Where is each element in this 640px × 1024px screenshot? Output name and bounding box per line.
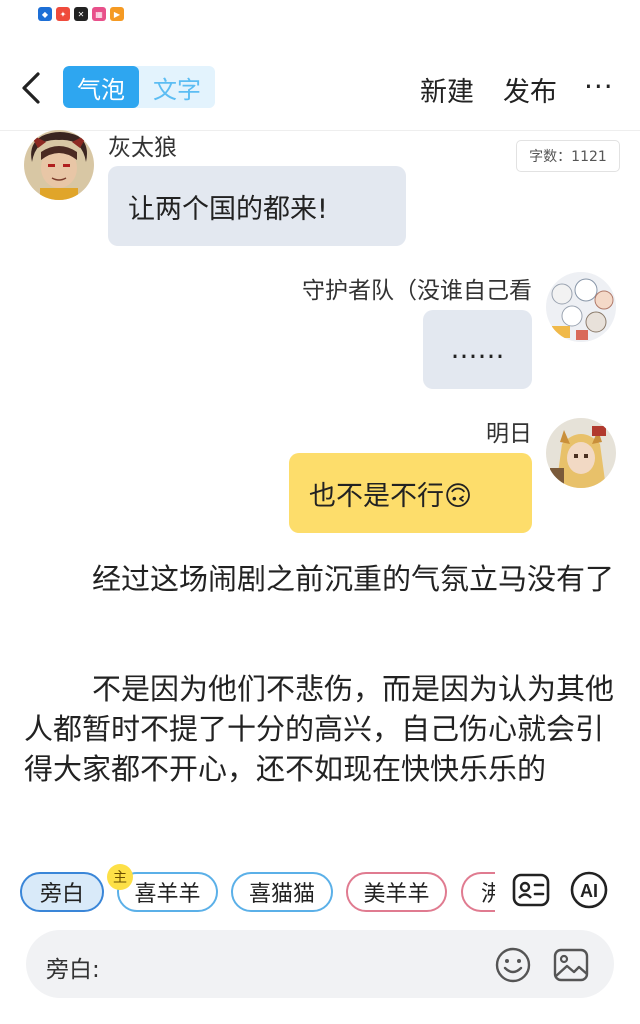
back-button[interactable]: [16, 68, 52, 108]
tab-text[interactable]: 文字: [139, 66, 215, 108]
narration-paragraph[interactable]: 不是因为他们不悲伤，而是因为认为其他人都暂时不提了十分的高兴，自己伤心就会引得大…: [24, 669, 620, 789]
tab-bubble[interactable]: 气泡: [63, 66, 139, 108]
narration-paragraph[interactable]: 经过这场闹剧之前沉重的气氛立马没有了: [24, 559, 620, 599]
avatar[interactable]: [546, 418, 616, 488]
image-icon: [553, 948, 589, 982]
role-chip-list: 旁白 喜羊羊 喜猫猫 美羊羊 沸: [0, 872, 500, 912]
shield-app-icon: ◆: [38, 7, 52, 21]
message-bubble[interactable]: ……: [423, 310, 532, 389]
message-bubble[interactable]: 让两个国的都来!: [108, 166, 406, 246]
image-button[interactable]: [552, 946, 590, 984]
publish-button[interactable]: 发布: [503, 70, 557, 109]
smiley-icon: [495, 947, 531, 983]
avatar[interactable]: [24, 130, 94, 200]
sender-name: 灰太狼: [108, 135, 177, 161]
role-chip-partial[interactable]: 沸: [461, 872, 495, 912]
avatar-group-collage-image: [546, 272, 616, 342]
sender-name: 明日: [486, 421, 532, 447]
top-bar: 气泡 文字 新建 发布 ···: [0, 60, 640, 116]
role-chip-narrator[interactable]: 旁白: [20, 872, 104, 912]
word-count-badge: 字数：1121: [516, 140, 620, 172]
avatar[interactable]: [546, 272, 616, 342]
capcut-icon: ✕: [74, 7, 88, 21]
svg-text:AI: AI: [580, 881, 598, 901]
id-card-icon: [512, 873, 550, 907]
ai-icon: AI: [570, 871, 608, 909]
avatar-grey-wolf-image: [24, 130, 94, 200]
sender-name: 守护者队（没谁自己看: [302, 278, 532, 304]
role-card-button[interactable]: [511, 870, 551, 910]
role-chip-meiyangyang[interactable]: 美羊羊: [346, 872, 447, 912]
avatar-arknights-character-image: [546, 418, 616, 488]
orange-play-icon: ▶: [110, 7, 124, 21]
message-bubble[interactable]: 也不是不行🙃: [289, 453, 532, 533]
role-chip-ximaomao[interactable]: 喜猫猫: [231, 872, 333, 912]
new-button[interactable]: 新建: [420, 70, 474, 109]
red-app-icon: ✦: [56, 7, 70, 21]
pink-app-icon: ▦: [92, 7, 106, 21]
message-input[interactable]: 旁白:: [26, 930, 614, 998]
input-role-label: 旁白:: [46, 957, 100, 983]
more-menu-button[interactable]: ···: [584, 70, 614, 103]
composer-panel: 旁白 喜羊羊 喜猫猫 美羊羊 沸 主 AI 旁白:: [0, 848, 640, 1024]
chevron-left-icon: [22, 72, 40, 104]
main-role-badge: 主: [107, 864, 133, 890]
ai-button[interactable]: AI: [569, 870, 609, 910]
status-icons: ◆ ✦ ✕ ▦ ▶: [38, 7, 124, 21]
mode-toggle: 气泡 文字: [63, 66, 215, 108]
emoji-button[interactable]: [494, 946, 532, 984]
status-bar: ◆ ✦ ✕ ▦ ▶: [0, 0, 640, 30]
header-divider: [0, 130, 640, 131]
